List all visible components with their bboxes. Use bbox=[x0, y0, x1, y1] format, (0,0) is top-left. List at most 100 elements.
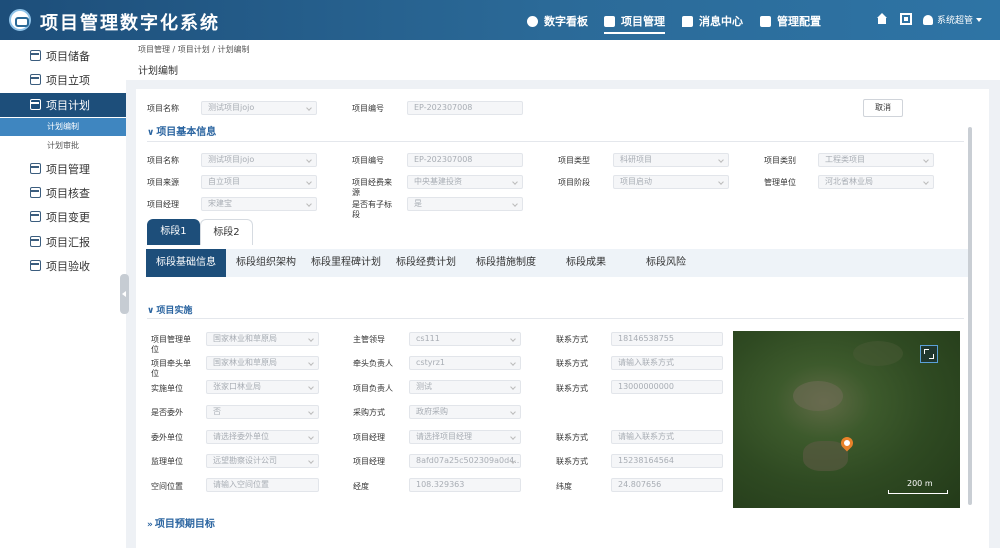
sidebar-item-plan[interactable]: 项目计划 bbox=[0, 93, 126, 117]
project-stage-select[interactable]: 项目启动 bbox=[613, 175, 729, 189]
breadcrumb-bar: 项目管理 / 项目计划 / 计划编制 计划编制 bbox=[126, 40, 1000, 80]
has-subsection-select[interactable]: 是 bbox=[407, 197, 523, 211]
project-manager-select[interactable]: 宋建宝 bbox=[201, 197, 317, 211]
goal-section-title[interactable]: » 项目预期目标 bbox=[147, 515, 215, 530]
person-in-charge-select[interactable]: 测试 bbox=[409, 380, 521, 394]
calendar-icon bbox=[30, 211, 41, 222]
tab-milestone[interactable]: 标段里程碑计划 bbox=[306, 249, 386, 277]
sidebar-item-inspection[interactable]: 项目核查 bbox=[0, 181, 126, 205]
fullscreen-icon[interactable] bbox=[900, 13, 912, 25]
field-label: 空间位置 bbox=[151, 482, 183, 491]
field-label: 项目来源 bbox=[147, 178, 179, 187]
field-label: 联系方式 bbox=[556, 457, 588, 466]
field-label: 委外单位 bbox=[151, 433, 183, 442]
supervisor-unit-select[interactable]: 远望勘察设计公司 bbox=[206, 454, 319, 468]
field-label: 经度 bbox=[353, 482, 369, 491]
project-code-field[interactable]: EP-202307008 bbox=[407, 153, 523, 167]
field-label: 项目经理 bbox=[353, 433, 385, 442]
project-type-select[interactable]: 科研项目 bbox=[613, 153, 729, 167]
home-icon[interactable] bbox=[876, 13, 888, 25]
sidebar: 项目储备 项目立项 项目计划 计划编制 计划审批 项目管理 项目核查 项目变更 … bbox=[0, 40, 126, 548]
scrollbar[interactable] bbox=[968, 127, 972, 505]
chevron-down-icon: ∨ bbox=[147, 128, 155, 138]
field-label: 项目经理 bbox=[353, 457, 385, 466]
cancel-button[interactable]: 取消 bbox=[863, 99, 903, 117]
tab-segment-1[interactable]: 标段1 bbox=[147, 219, 200, 245]
calendar-icon bbox=[30, 187, 41, 198]
sidebar-item-report[interactable]: 项目汇报 bbox=[0, 230, 126, 254]
field-label: 项目编号 bbox=[352, 156, 384, 165]
fullscreen-icon[interactable] bbox=[920, 345, 938, 363]
sidebar-item-change[interactable]: 项目变更 bbox=[0, 205, 126, 229]
project-name-field[interactable]: 测试项目jojo bbox=[201, 153, 317, 167]
project-manager-select-3[interactable]: 8afd07a25c502309a0d4... bbox=[409, 454, 521, 468]
tab-measures[interactable]: 标段措施制度 bbox=[469, 249, 543, 277]
nav-management-config[interactable]: 管理配置 bbox=[760, 12, 821, 30]
map-scale-label: 200 m bbox=[907, 479, 933, 488]
tab-risks[interactable]: 标段风险 bbox=[636, 249, 696, 277]
tab-segment-2[interactable]: 标段2 bbox=[200, 219, 253, 245]
latitude-input[interactable]: 24.807656 bbox=[611, 478, 723, 492]
tab-funding-plan[interactable]: 标段经费计划 bbox=[389, 249, 463, 277]
field-label: 项目负责人 bbox=[353, 384, 393, 393]
tab-organization[interactable]: 标段组织架构 bbox=[229, 249, 303, 277]
lead-unit-select[interactable]: 国家林业和草原局 bbox=[206, 356, 319, 370]
project-name-select[interactable]: 测试项目jojo bbox=[201, 101, 317, 115]
field-label: 项目经费来源 bbox=[352, 178, 392, 197]
field-label: 项目阶段 bbox=[558, 178, 590, 187]
contact-input[interactable]: 13000000000 bbox=[611, 380, 723, 394]
sidebar-subitem-plan-edit[interactable]: 计划编制 bbox=[0, 118, 126, 136]
field-label: 管理单位 bbox=[764, 178, 796, 187]
lead-person-select[interactable]: cstyrz1 bbox=[409, 356, 521, 370]
sidebar-item-management[interactable]: 项目管理 bbox=[0, 157, 126, 181]
project-source-select[interactable]: 自立项目 bbox=[201, 175, 317, 189]
field-label: 纬度 bbox=[556, 482, 572, 491]
sidebar-subitem-plan-review[interactable]: 计划审批 bbox=[0, 137, 126, 155]
chevron-down-icon bbox=[976, 17, 983, 22]
outsourced-select[interactable]: 否 bbox=[206, 405, 319, 419]
procurement-select[interactable]: 政府采购 bbox=[409, 405, 521, 419]
tab-basic-info[interactable]: 标段基础信息 bbox=[146, 249, 226, 277]
field-label: 项目类型 bbox=[558, 156, 590, 165]
field-label: 监理单位 bbox=[151, 457, 183, 466]
user-menu[interactable]: 系统超管 bbox=[923, 13, 983, 26]
breadcrumb[interactable]: 项目管理 / 项目计划 / 计划编制 bbox=[138, 44, 250, 55]
message-icon bbox=[682, 15, 693, 27]
tab-results[interactable]: 标段成果 bbox=[556, 249, 616, 277]
management-unit-select[interactable]: 河北省林业局 bbox=[818, 175, 934, 189]
mgmt-unit-select[interactable]: 国家林业和草原局 bbox=[206, 332, 319, 346]
basic-info-section-title[interactable]: ∨ 项目基本信息 bbox=[147, 123, 216, 138]
calendar-icon bbox=[30, 99, 41, 110]
sidebar-item-approval[interactable]: 项目立项 bbox=[0, 68, 126, 92]
contact-input[interactable]: 15238164564 bbox=[611, 454, 723, 468]
contact-input[interactable]: 请输入联系方式 bbox=[611, 430, 723, 444]
field-label: 项目编号 bbox=[352, 104, 384, 113]
sidebar-collapse-handle[interactable] bbox=[120, 274, 129, 314]
impl-unit-select[interactable]: 张家口林业局 bbox=[206, 380, 319, 394]
sidebar-item-acceptance[interactable]: 项目验收 bbox=[0, 254, 126, 278]
nav-dashboard[interactable]: 数字看板 bbox=[527, 12, 588, 30]
field-label: 主管领导 bbox=[353, 335, 385, 344]
project-code-input[interactable]: EP-202307008 bbox=[407, 101, 523, 115]
longitude-input[interactable]: 108.329363 bbox=[409, 478, 521, 492]
folder-icon bbox=[604, 15, 615, 27]
field-label: 实施单位 bbox=[151, 384, 183, 393]
implementation-section-title[interactable]: ∨ 项目实施 bbox=[147, 303, 192, 316]
outsource-unit-select[interactable]: 请选择委外单位 bbox=[206, 430, 319, 444]
field-label: 牵头负责人 bbox=[353, 359, 393, 368]
nav-project-management[interactable]: 项目管理 bbox=[604, 12, 665, 34]
contact-input[interactable]: 请输入联系方式 bbox=[611, 356, 723, 370]
leader-select[interactable]: cs111 bbox=[409, 332, 521, 346]
map-terrain bbox=[853, 341, 903, 366]
funding-source-select[interactable]: 中央基建投资 bbox=[407, 175, 523, 189]
app-logo bbox=[9, 9, 31, 31]
contact-input[interactable]: 18146538755 bbox=[611, 332, 723, 346]
nav-message-center[interactable]: 消息中心 bbox=[682, 12, 743, 30]
sidebar-item-reserve[interactable]: 项目储备 bbox=[0, 44, 126, 68]
calendar-icon bbox=[30, 236, 41, 247]
project-manager-select-2[interactable]: 请选择项目经理 bbox=[409, 430, 521, 444]
calendar-icon bbox=[30, 50, 41, 61]
project-category-select[interactable]: 工程类项目 bbox=[818, 153, 934, 167]
user-name: 系统超管 bbox=[937, 16, 974, 26]
location-input[interactable]: 请输入空间位置 bbox=[206, 478, 319, 492]
